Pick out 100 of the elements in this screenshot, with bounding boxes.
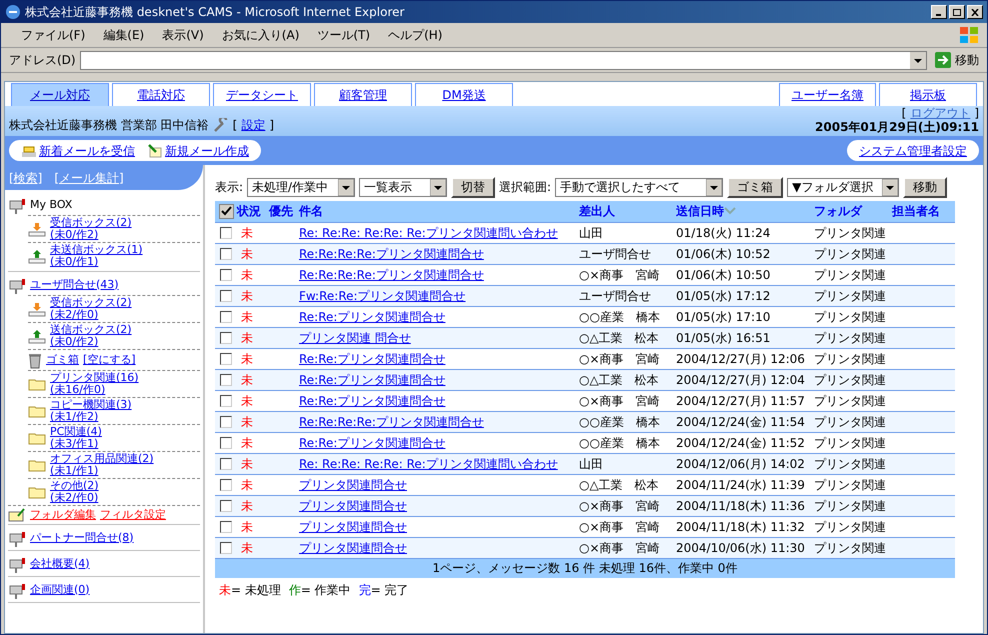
row-checkbox[interactable] xyxy=(220,248,232,260)
nav-tab[interactable]: データシート xyxy=(213,83,311,106)
mailbox-link[interactable]: 企画関連(0) xyxy=(30,584,90,596)
subject-link[interactable]: Fw:Re:Re:プリンタ関連問合せ xyxy=(299,288,466,302)
receive-mail-link[interactable]: 新着メールを受信 xyxy=(21,142,135,160)
folder-icon xyxy=(28,431,46,445)
folder-link[interactable]: コピー機関連(3) xyxy=(50,399,132,411)
column-header[interactable]: 差出人 xyxy=(579,202,615,220)
row-checkbox[interactable] xyxy=(220,542,232,554)
folder-count-link[interactable]: (未1/作1) xyxy=(50,465,154,477)
folder-link[interactable]: 送信ボックス(2) xyxy=(50,324,132,336)
mailbox-link[interactable]: パートナー問合せ(8) xyxy=(30,532,134,544)
range-select[interactable]: 手動で選択したすべて xyxy=(555,178,724,196)
row-checkbox[interactable] xyxy=(220,352,232,364)
subject-link[interactable]: プリンタ関連問合せ xyxy=(299,498,407,512)
subject-link[interactable]: プリンタ関連問合せ xyxy=(299,478,407,492)
empty-trash-link[interactable]: [空にする] xyxy=(83,354,136,366)
folder-count-link[interactable]: (未2/作0) xyxy=(50,309,132,321)
status-select[interactable]: 未処理/作業中 xyxy=(247,178,356,196)
folder-count-link[interactable]: (未0/作2) xyxy=(50,229,132,241)
mailbox-link[interactable]: ユーザ問合せ(43) xyxy=(30,278,119,290)
column-header[interactable]: 優先 xyxy=(269,202,293,220)
subject-link[interactable]: Re:Re:プリンタ関連問合せ xyxy=(299,352,446,366)
folder-link[interactable]: ゴミ箱 xyxy=(46,354,79,366)
subject-link[interactable]: Re: Re:Re: Re:Re: Re:プリンタ関連問い合わせ xyxy=(299,456,558,470)
maximize-button[interactable] xyxy=(949,5,965,19)
folder-link[interactable]: プリンタ関連(16) xyxy=(50,372,139,384)
folder-count-link[interactable]: (未1/作2) xyxy=(50,411,132,423)
folder-link[interactable]: その他(2) xyxy=(50,480,99,492)
subject-link[interactable]: Re:Re:プリンタ関連問合せ xyxy=(299,436,446,450)
subject-link[interactable]: Re:Re:プリンタ関連問合せ xyxy=(299,372,446,386)
menu-item[interactable]: ファイル(F) xyxy=(13,26,94,44)
minimize-button[interactable] xyxy=(931,5,947,19)
row-checkbox[interactable] xyxy=(220,500,232,512)
folder-link[interactable]: 受信ボックス(2) xyxy=(50,217,132,229)
folder-count-link[interactable]: (未2/作0) xyxy=(50,492,99,504)
row-checkbox[interactable] xyxy=(220,290,232,302)
subject-link[interactable]: Re:Re:プリンタ関連問合せ xyxy=(299,310,446,324)
date-cell: 01/18(火) 11:24 xyxy=(676,226,770,240)
folder-link[interactable]: 未送信ボックス(1) xyxy=(50,244,143,256)
folder-link[interactable]: 受信ボックス(2) xyxy=(50,297,132,309)
dropdown-arrow-icon xyxy=(706,178,722,196)
folder-link[interactable]: PC関連(4) xyxy=(50,426,102,438)
menu-item[interactable]: 表示(V) xyxy=(154,26,212,44)
folder-select[interactable]: ▼フォルダ選択 xyxy=(787,178,900,196)
subject-link[interactable]: プリンタ関連 問合せ xyxy=(299,330,411,344)
nav-tab[interactable]: メール対応 xyxy=(11,83,109,106)
row-checkbox[interactable] xyxy=(220,374,232,386)
close-button[interactable] xyxy=(967,5,983,19)
compose-mail-link[interactable]: 新規メール作成 xyxy=(147,142,249,160)
admin-settings-link[interactable]: システム管理者設定 xyxy=(847,140,979,161)
nav-tab[interactable]: DM発送 xyxy=(415,83,513,106)
nav-tab[interactable]: 顧客管理 xyxy=(314,83,412,106)
subject-link[interactable]: Re:Re:Re:Re:プリンタ関連問合せ xyxy=(299,414,484,428)
row-checkbox[interactable] xyxy=(220,332,232,344)
column-header[interactable]: フォルダ xyxy=(814,202,862,220)
logout-link[interactable]: ログアウト xyxy=(910,107,970,120)
menu-item[interactable]: お気に入り(A) xyxy=(214,26,308,44)
subject-link[interactable]: プリンタ関連問合せ xyxy=(299,540,407,554)
folder-action-link[interactable]: フォルダ編集 xyxy=(30,509,96,521)
row-checkbox[interactable] xyxy=(220,478,232,490)
menu-item[interactable]: ヘルプ(H) xyxy=(380,26,450,44)
menu-item[interactable]: 編集(E) xyxy=(95,26,152,44)
go-button[interactable]: 移動 xyxy=(931,51,983,69)
folder-action-link[interactable]: フィルタ設定 xyxy=(100,509,166,521)
subject-link[interactable]: Re:Re:Re:Re:プリンタ関連問合せ xyxy=(299,246,484,260)
row-checkbox[interactable] xyxy=(220,394,232,406)
folder-link[interactable]: オフィス用品関連(2) xyxy=(50,453,154,465)
view-select[interactable]: 一覧表示 xyxy=(359,178,448,196)
mailbox-link[interactable]: 会社概要(4) xyxy=(30,558,90,570)
row-checkbox[interactable] xyxy=(220,458,232,470)
folder-count-link[interactable]: (未16/作0) xyxy=(50,384,139,396)
switch-button[interactable]: 切替 xyxy=(451,176,496,198)
subject-link[interactable]: Re:Re:Re:Re:プリンタ関連問合せ xyxy=(299,268,484,282)
subject-link[interactable]: Re: Re:Re: Re:Re: Re:プリンタ関連問い合わせ xyxy=(299,226,558,240)
move-button[interactable]: 移動 xyxy=(903,176,948,198)
address-field[interactable] xyxy=(80,50,927,70)
select-all-checkbox[interactable] xyxy=(219,204,234,219)
folder-count-link[interactable]: (未3/作1) xyxy=(50,438,102,450)
subject-link[interactable]: Re:Re:プリンタ関連問合せ xyxy=(299,394,446,408)
folder-count-link[interactable]: (未0/作2) xyxy=(50,336,132,348)
row-checkbox[interactable] xyxy=(220,268,232,280)
nav-tab[interactable]: 電話対応 xyxy=(112,83,210,106)
settings-link[interactable]: 設定 xyxy=(241,116,266,134)
nav-tab[interactable]: 掲示板 xyxy=(879,83,977,106)
menu-item[interactable]: ツール(T) xyxy=(309,26,378,44)
row-checkbox[interactable] xyxy=(220,226,232,238)
row-checkbox[interactable] xyxy=(220,436,232,448)
nav-tab[interactable]: ユーザー名簿 xyxy=(779,83,876,106)
column-header[interactable]: 件名 xyxy=(299,202,323,220)
column-header[interactable]: 送信日時 xyxy=(676,202,736,220)
date-cell: 01/05(水) 17:10 xyxy=(676,310,770,324)
subject-link[interactable]: プリンタ関連問合せ xyxy=(299,520,407,534)
row-checkbox[interactable] xyxy=(220,310,232,322)
row-checkbox[interactable] xyxy=(220,520,232,532)
column-header[interactable]: 状況 xyxy=(237,202,261,220)
row-checkbox[interactable] xyxy=(220,416,232,428)
trash-button[interactable]: ゴミ箱 xyxy=(727,176,784,198)
column-header[interactable]: 担当者名 xyxy=(892,202,940,220)
folder-count-link[interactable]: (未0/作1) xyxy=(50,256,143,268)
